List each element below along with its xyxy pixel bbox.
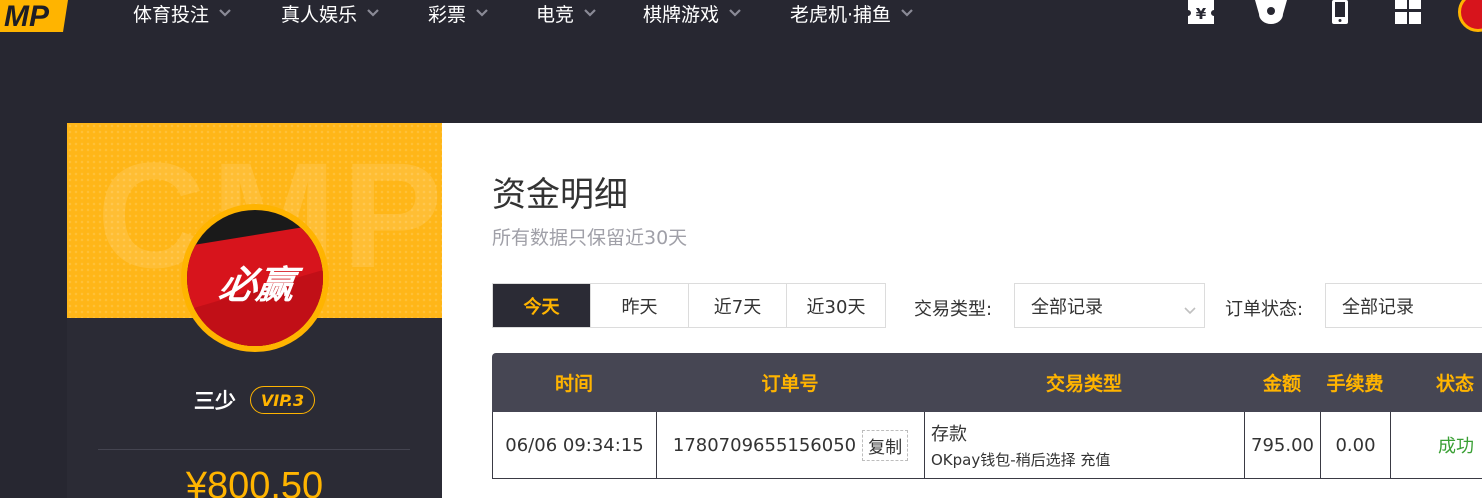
transaction-type-select[interactable]: 全部记录 (1014, 283, 1205, 328)
column-header-order-no: 订单号 (761, 373, 819, 395)
main-content: 资金明细 所有数据只保留近30天 今天 昨天 近7天 近30天 交易类型: 全部… (442, 123, 1482, 498)
order-status-select[interactable]: 全部记录 (1325, 283, 1482, 328)
nav-item-esports[interactable]: 电竞 (536, 0, 596, 26)
table-row: 06/06 09:34:15 1780709655156050 复制 存款 OK… (492, 412, 1482, 479)
top-nav: MP 体育投注 真人娱乐 彩票 电竞 棋牌游戏 老虎机·捕鱼 ¥ (0, 0, 1482, 32)
tab-today[interactable]: 今天 (493, 284, 591, 327)
tab-last-30-days[interactable]: 近30天 (787, 284, 885, 327)
select-value: 全部记录 (1342, 296, 1414, 318)
nav-item-label: 电竞 (536, 3, 575, 26)
tab-last-7-days[interactable]: 近7天 (689, 284, 787, 327)
balance-amount: ¥800.50 (185, 465, 324, 498)
nav-item-sports[interactable]: 体育投注 (133, 0, 231, 26)
nav-item-label: 老虎机·捕鱼 (790, 3, 892, 26)
profile-panel: CMP 必赢 三少 VIP.3 ¥800.50 (67, 123, 442, 498)
transaction-type: 存款 (931, 424, 967, 445)
column-header-time: 时间 (554, 373, 593, 395)
cell-status: 成功 (1438, 436, 1474, 457)
avatar-image: 必赢 (187, 210, 323, 346)
order-number: 1780709655156050 (672, 434, 857, 456)
svg-text:¥: ¥ (1196, 5, 1207, 23)
gift-icon[interactable] (1255, 0, 1287, 24)
chevron-down-icon (901, 9, 913, 17)
nav-item-label: 体育投注 (133, 3, 210, 26)
logo-text: MP (4, 0, 50, 32)
copy-button[interactable]: 复制 (862, 429, 909, 461)
cell-order-no: 1780709655156050 复制 (657, 412, 925, 478)
username-row: 三少 VIP.3 (67, 385, 442, 415)
site-logo[interactable]: MP (0, 0, 68, 32)
chevron-down-icon (584, 9, 596, 17)
divider (98, 449, 410, 450)
yuan-ticket-icon[interactable]: ¥ (1186, 0, 1216, 24)
chevron-down-icon (219, 9, 231, 17)
page-subtitle: 所有数据只保留近30天 (492, 227, 688, 249)
column-header-status: 状态 (1435, 373, 1474, 395)
transaction-type-label: 交易类型: (914, 299, 993, 320)
nav-item-card-games[interactable]: 棋牌游戏 (643, 0, 741, 26)
table-header: 时间 订单号 交易类型 金额 手续费 状态 (492, 353, 1482, 412)
date-range-tabs: 今天 昨天 近7天 近30天 (492, 283, 886, 328)
username: 三少 (193, 389, 236, 413)
chevron-down-icon (476, 9, 488, 17)
nav-item-label: 彩票 (428, 3, 467, 26)
nav-item-lottery[interactable]: 彩票 (428, 0, 488, 26)
column-header-type: 交易类型 (1045, 373, 1122, 395)
column-header-fee: 手续费 (1326, 373, 1384, 395)
cell-time: 06/06 09:34:15 (493, 412, 657, 478)
grid-icon[interactable] (1393, 0, 1423, 24)
nav-item-slots-fishing[interactable]: 老虎机·捕鱼 (790, 0, 913, 26)
select-value: 全部记录 (1031, 296, 1103, 318)
chevron-down-icon (367, 9, 379, 17)
chevron-down-icon (729, 9, 741, 17)
order-status-label: 订单状态: (1225, 299, 1304, 320)
vip-badge: VIP.3 (249, 386, 316, 414)
avatar-logo-text: 必赢 (216, 263, 297, 307)
fund-details-table: 时间 订单号 交易类型 金额 手续费 状态 06/06 09:34:15 178… (492, 353, 1482, 479)
nav-item-label: 棋牌游戏 (643, 3, 720, 26)
nav-item-label: 真人娱乐 (281, 3, 358, 26)
tab-yesterday[interactable]: 昨天 (591, 284, 689, 327)
cell-type: 存款 OKpay钱包-稍后选择 充值 (925, 412, 1245, 478)
cell-amount: 795.00 (1245, 412, 1321, 478)
mobile-icon[interactable] (1328, 0, 1358, 24)
chevron-down-icon (1184, 299, 1196, 320)
page-title: 资金明细 (492, 175, 628, 215)
cell-fee: 0.00 (1321, 412, 1391, 478)
nav-item-live-casino[interactable]: 真人娱乐 (281, 0, 379, 26)
column-header-amount: 金额 (1262, 373, 1301, 395)
avatar[interactable]: 必赢 (181, 204, 329, 352)
user-avatar-mini[interactable] (1458, 0, 1482, 32)
transaction-detail: OKpay钱包-稍后选择 充值 (931, 451, 1111, 469)
